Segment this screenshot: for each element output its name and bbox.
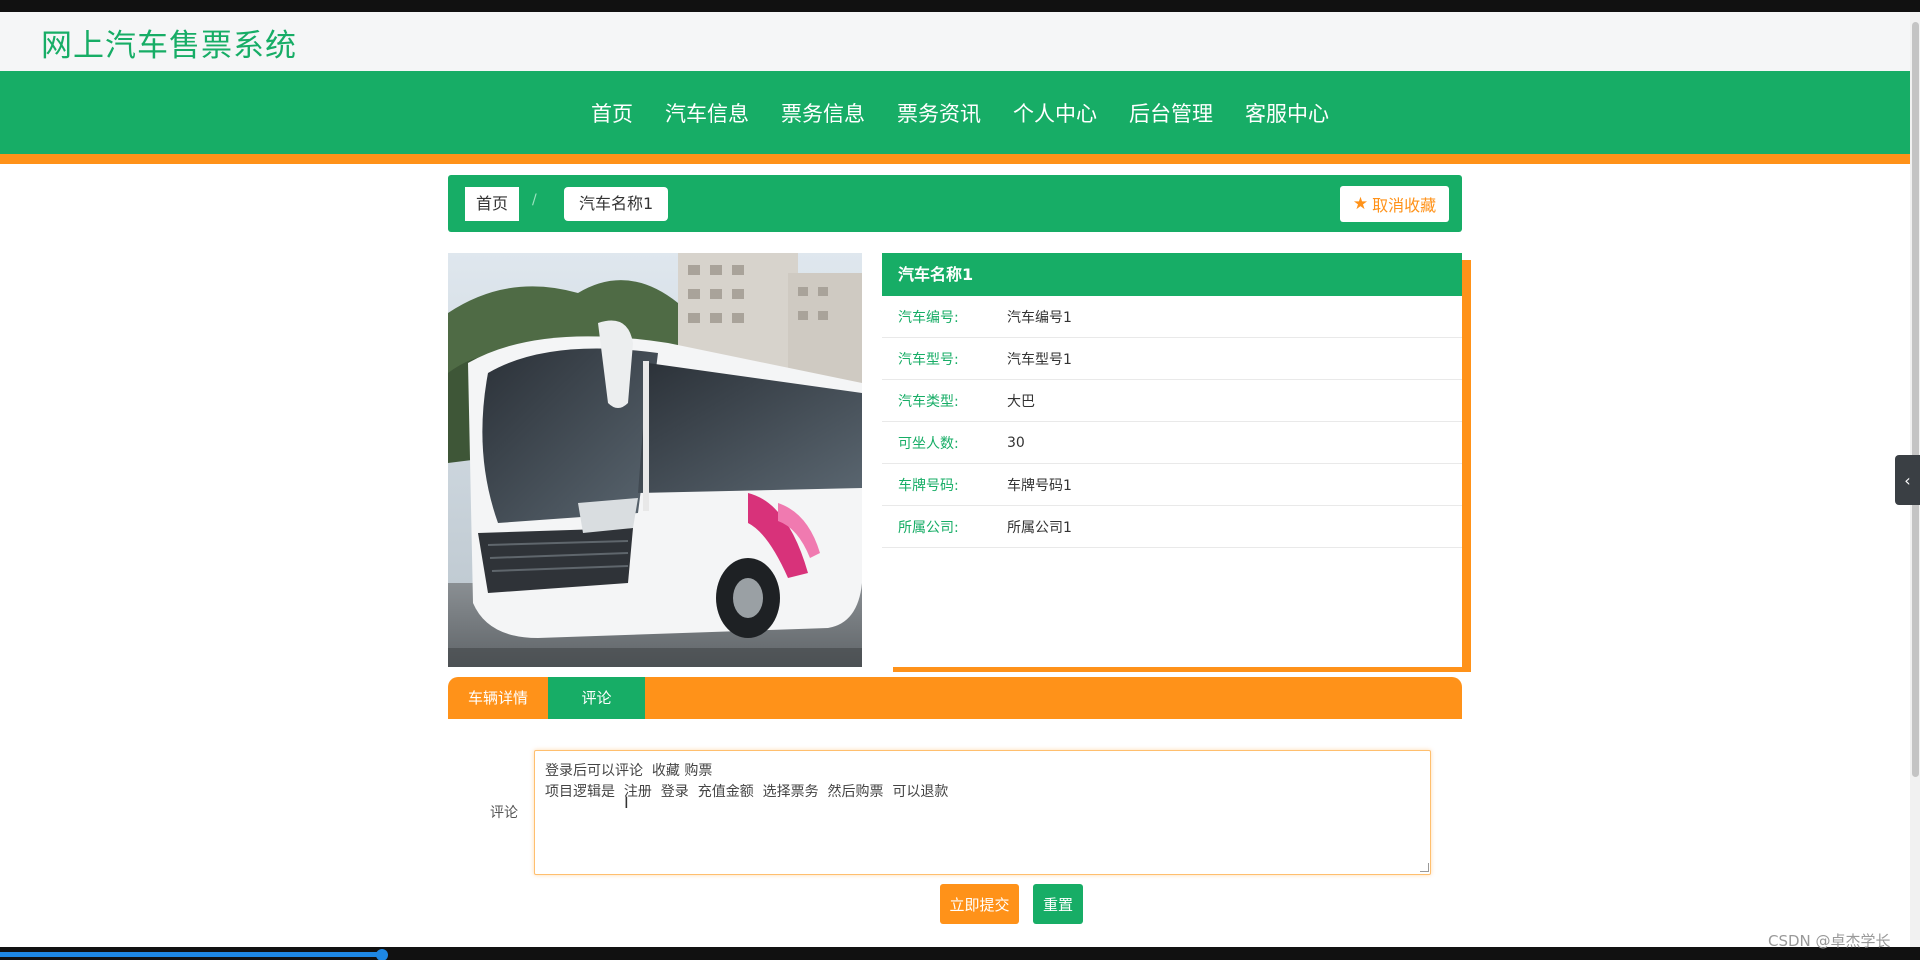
unfavorite-button[interactable]: ★ 取消收藏 [1340, 186, 1449, 222]
watermark: CSDN @卓杰学长 [1768, 932, 1891, 950]
info-value: 大巴 [1007, 393, 1035, 410]
breadcrumb-separator: / [532, 192, 537, 208]
breadcrumb-home[interactable]: 首页 [465, 187, 520, 221]
star-icon: ★ [1352, 194, 1369, 214]
info-row: 所属公司: 所属公司1 [882, 506, 1462, 548]
info-label: 汽车编号: [898, 309, 959, 326]
tab-vehicle-details[interactable]: 车辆详情 [448, 677, 548, 719]
info-row: 可坐人数: 30 [882, 422, 1462, 464]
nav-item-ticket-news[interactable]: 票务资讯 [897, 98, 981, 128]
chevron-left-icon: ‹ [1904, 470, 1911, 490]
site-header: 网上汽车售票系统 [0, 12, 1910, 71]
nav-item-customer-service[interactable]: 客服中心 [1245, 98, 1329, 128]
breadcrumb-current: 汽车名称1 [564, 187, 669, 221]
info-value: 所属公司1 [1007, 519, 1072, 536]
main-nav: 首页 汽车信息 票务信息 票务资讯 个人中心 后台管理 客服中心 [0, 71, 1910, 154]
info-value: 汽车型号1 [1007, 351, 1072, 368]
nav-item-admin[interactable]: 后台管理 [1129, 98, 1213, 128]
screen-top-edge [0, 0, 1920, 12]
unfavorite-label: 取消收藏 [1372, 196, 1437, 215]
comment-label: 评论 [490, 805, 518, 821]
info-row: 汽车型号: 汽车型号1 [882, 338, 1462, 380]
breadcrumb: 首页 / 汽车名称1 ★ 取消收藏 [448, 175, 1462, 232]
video-progress-handle[interactable] [376, 949, 388, 960]
info-row: 汽车编号: 汽车编号1 [882, 296, 1462, 338]
info-row: 汽车类型: 大巴 [882, 380, 1462, 422]
nav-item-home[interactable]: 首页 [591, 98, 633, 128]
comment-textarea[interactable]: 登录后可以评论 收藏 购票 项目逻辑是 注册 登录 充值金额 选择票务 然后购票… [534, 750, 1431, 875]
info-value: 汽车编号1 [1007, 309, 1072, 326]
bus-photo-illustration [448, 253, 862, 667]
nav-item-personal-center[interactable]: 个人中心 [1013, 98, 1097, 128]
info-label: 汽车型号: [898, 351, 959, 368]
info-row: 车牌号码: 车牌号码1 [882, 464, 1462, 506]
nav-accent-stripe [0, 154, 1910, 164]
scrollbar-thumb[interactable] [1912, 22, 1919, 777]
text-cursor-icon: I [624, 793, 629, 812]
info-value: 车牌号码1 [1007, 477, 1072, 494]
info-label: 汽车类型: [898, 393, 959, 410]
nav-item-car-info[interactable]: 汽车信息 [665, 98, 749, 128]
nav-list: 首页 汽车信息 票务信息 票务资讯 个人中心 后台管理 客服中心 [0, 71, 1910, 154]
nav-item-ticket-info[interactable]: 票务信息 [781, 98, 865, 128]
detail-tabs: 车辆详情 评论 [448, 677, 1462, 719]
video-progress-bar[interactable] [0, 952, 385, 957]
info-label: 所属公司: [898, 519, 959, 536]
textarea-resize-handle[interactable] [1420, 863, 1429, 872]
submit-button[interactable]: 立即提交 [940, 884, 1019, 924]
reset-button[interactable]: 重置 [1033, 884, 1083, 924]
car-name-heading: 汽车名称1 [882, 253, 1462, 296]
tab-comments[interactable]: 评论 [548, 677, 645, 719]
info-label: 车牌号码: [898, 477, 959, 494]
side-panel-toggle[interactable]: ‹ [1895, 455, 1920, 505]
site-title: 网上汽车售票系统 [41, 28, 297, 64]
info-label: 可坐人数: [898, 435, 959, 452]
info-value: 30 [1007, 434, 1025, 451]
car-info-panel: 汽车名称1 汽车编号: 汽车编号1 汽车型号: 汽车型号1 汽车类型: 大巴 可… [882, 253, 1462, 667]
car-photo [448, 253, 862, 667]
